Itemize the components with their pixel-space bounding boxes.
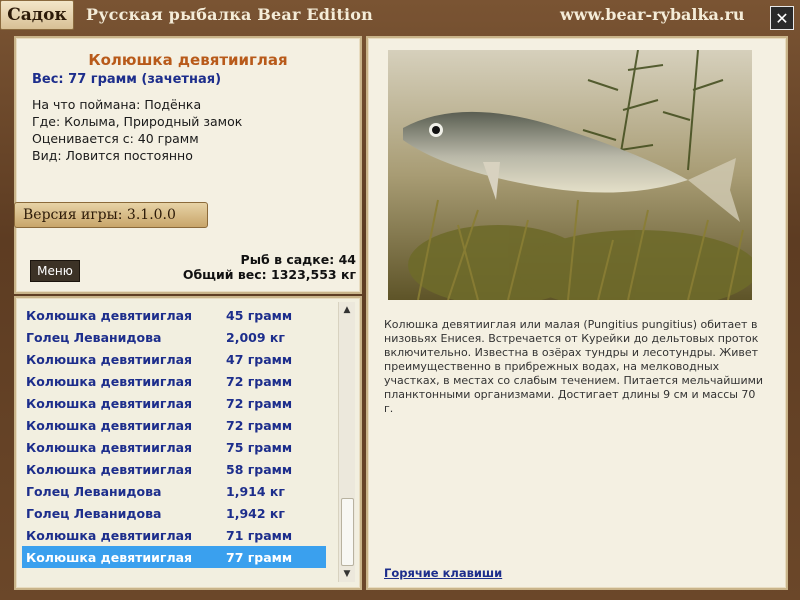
catch-list-panel: Колюшка девятииглая 45 грамм Голец Леванид…: [14, 296, 362, 590]
app-title: Русская рыбалка Bear Edition: [86, 5, 374, 24]
hotkeys-link[interactable]: Горячие клавиши: [384, 566, 502, 580]
stickleback-fish-image: [388, 50, 752, 300]
list-item-name: Колюшка девятииглая: [26, 527, 193, 543]
fish-photo: [388, 50, 752, 300]
menu-button[interactable]: Меню: [30, 260, 80, 282]
list-item[interactable]: Колюшка девятииглая 77 грамм: [22, 546, 326, 568]
scroll-up-icon[interactable]: ▲: [339, 302, 355, 318]
close-button[interactable]: ✕: [770, 6, 794, 30]
site-url: www.bear-rybalka.ru: [560, 5, 745, 24]
fish-bait: На что поймана: Подёнка: [32, 97, 202, 112]
fish-description: Колюшка девятииглая или малая (Pungitius…: [384, 318, 764, 415]
fish-description-panel: Колюшка девятииглая или малая (Pungitius…: [366, 36, 788, 590]
close-icon: ✕: [775, 8, 789, 28]
scrollbar[interactable]: ▲ ▼: [338, 302, 355, 582]
list-item-weight: 71 грамм: [226, 527, 293, 543]
list-item[interactable]: Колюшка девятииглая 58 грамм: [22, 458, 326, 480]
list-item[interactable]: Голец Леванидова 1,942 кг: [22, 502, 326, 524]
fish-valued-from: Оценивается с: 40 грамм: [32, 131, 199, 146]
list-item-weight: 1,942 кг: [226, 505, 285, 521]
list-item[interactable]: Колюшка девятииглая 47 грамм: [22, 348, 326, 370]
list-item-name: Голец Леванидова: [26, 483, 162, 499]
fish-info-panel: Колюшка девятииглая Вес: 77 грамм (зачет…: [14, 36, 362, 294]
list-item[interactable]: Колюшка девятииглая 72 грамм: [22, 414, 326, 436]
list-item-weight: 1,914 кг: [226, 483, 285, 499]
list-item-weight: 75 грамм: [226, 439, 293, 455]
list-item-weight: 45 грамм: [226, 307, 293, 323]
list-item-name: Колюшка девятииглая: [26, 351, 193, 367]
fish-location: Где: Колыма, Природный замок: [32, 114, 243, 129]
list-item-name: Голец Леванидова: [26, 329, 162, 345]
fish-count: Рыб в садке: 44: [240, 252, 356, 267]
total-weight: Общий вес: 1323,553 кг: [182, 267, 356, 282]
fish-details: На что поймана: Подёнка Где: Колыма, При…: [32, 96, 242, 164]
list-item-weight: 72 грамм: [226, 395, 293, 411]
scroll-thumb[interactable]: [341, 498, 354, 566]
list-item-name: Колюшка девятииглая: [26, 373, 193, 389]
fish-type: Вид: Ловится постоянно: [32, 148, 193, 163]
list-item[interactable]: Колюшка девятииглая 72 грамм: [22, 392, 326, 414]
fish-name: Колюшка девятииглая: [88, 51, 288, 69]
list-item-weight: 2,009 кг: [226, 329, 285, 345]
scroll-down-icon[interactable]: ▼: [339, 566, 355, 582]
fish-weight: Вес: 77 грамм (зачетная): [32, 72, 222, 87]
list-item-name: Колюшка девятииглая: [26, 549, 193, 565]
version-plaque: Версия игры: 3.1.0.0: [14, 202, 208, 228]
list-item-name: Колюшка девятииглая: [26, 417, 193, 433]
list-item-name: Колюшка девятииглая: [26, 461, 193, 477]
list-item-weight: 72 грамм: [226, 417, 293, 433]
list-item-weight: 77 грамм: [226, 549, 293, 565]
list-item-name: Колюшка девятииглая: [26, 439, 193, 455]
catch-list[interactable]: Колюшка девятииглая 45 грамм Голец Леванид…: [22, 304, 326, 580]
app-frame: Садок Русская рыбалка Bear Edition www.b…: [0, 0, 800, 600]
list-item-name: Колюшка девятииглая: [26, 395, 193, 411]
list-item-weight: 47 грамм: [226, 351, 293, 367]
list-item[interactable]: Голец Леванидова 2,009 кг: [22, 326, 326, 348]
tab-sadok[interactable]: Садок: [0, 0, 74, 30]
list-item[interactable]: Колюшка девятииглая 72 грамм: [22, 370, 326, 392]
list-item-name: Колюшка девятииглая: [26, 307, 193, 323]
list-item[interactable]: Колюшка девятииглая 75 грамм: [22, 436, 326, 458]
catch-stats: Рыб в садке: 44 Общий вес: 1323,553 кг: [183, 252, 356, 282]
list-item-weight: 72 грамм: [226, 373, 293, 389]
list-item-weight: 58 грамм: [226, 461, 293, 477]
list-item-name: Голец Леванидова: [26, 505, 162, 521]
list-item[interactable]: Голец Леванидова 1,914 кг: [22, 480, 326, 502]
list-item[interactable]: Колюшка девятииглая 45 грамм: [22, 304, 326, 326]
list-item[interactable]: Колюшка девятииглая 71 грамм: [22, 524, 326, 546]
